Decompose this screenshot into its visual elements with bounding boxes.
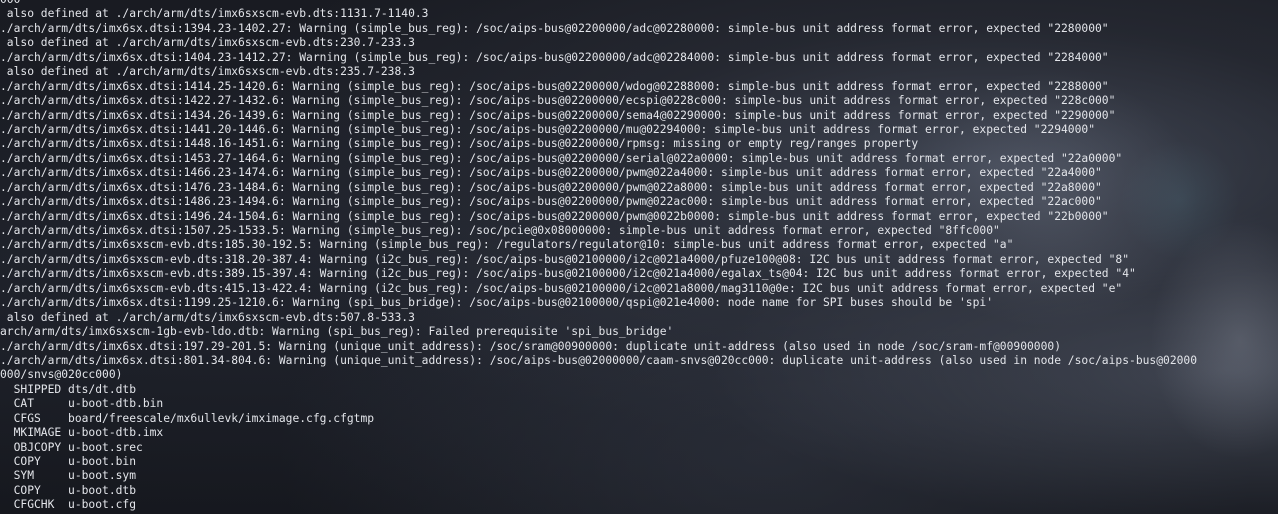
output-line: also defined at ./arch/arm/dts/imx6sxscm…: [0, 36, 415, 50]
output-line: ./arch/arm/dts/imx6sx.dtsi:1422.27-1432.…: [0, 94, 1116, 108]
output-line: 000/snvs@020cc000): [0, 368, 123, 382]
output-line: COPY u-boot.dtb: [0, 483, 137, 497]
output-line: ./arch/arm/dts/imx6sx.dtsi:1476.23-1484.…: [0, 180, 1102, 194]
output-line: also defined at ./arch/arm/dts/imx6sxscm…: [0, 310, 415, 324]
output-line: SHIPPED dts/dt.dtb: [0, 382, 137, 396]
output-line: ./arch/arm/dts/imx6sx.dtsi:1496.24-1504.…: [0, 209, 1109, 223]
output-line: arch/arm/dts/imx6sxscm-1gb-evb-ldo.dtb: …: [0, 325, 674, 339]
output-line: SYM u-boot.sym: [0, 469, 137, 483]
output-line: ./arch/arm/dts/imx6sx.dtsi:1441.20-1446.…: [0, 122, 1096, 136]
output-line: COPY u-boot.bin: [0, 455, 137, 468]
output-line: ./arch/arm/dts/imx6sx.dtsi:1404.23-1412.…: [0, 50, 1109, 64]
terminal-window[interactable]: 000 also defined at ./arch/arm/dts/imx6s…: [0, 0, 1278, 514]
output-line: MKIMAGE u-boot-dtb.imx: [0, 426, 164, 440]
output-line: also defined at ./arch/arm/dts/imx6sxscm…: [0, 7, 429, 21]
output-line: ./arch/arm/dts/imx6sx.dtsi:1466.23-1474.…: [0, 166, 1102, 180]
output-line: ./arch/arm/dts/imx6sx.dtsi:197.29-201.5:…: [0, 339, 1062, 353]
output-line: ./arch/arm/dts/imx6sx.dtsi:1414.25-1420.…: [0, 79, 1109, 93]
terminal-output[interactable]: 000 also defined at ./arch/arm/dts/imx6s…: [0, 0, 1278, 513]
output-line: ./arch/arm/dts/imx6sx.dtsi:1507.25-1533.…: [0, 224, 1000, 237]
output-line: ./arch/arm/dts/imx6sx.dtsi:1448.16-1451.…: [0, 137, 919, 151]
output-line: ./arch/arm/dts/imx6sx.dtsi:1434.26-1439.…: [0, 108, 1116, 122]
output-line: CFGCHK u-boot.cfg: [0, 498, 137, 512]
output-line: CFGS board/freescale/mx6ullevk/imximage.…: [0, 411, 375, 425]
output-line: ./arch/arm/dts/imx6sxscm-evb.dts:318.20-…: [0, 252, 1130, 266]
output-line: ./arch/arm/dts/imx6sx.dtsi:1394.23-1402.…: [0, 21, 1109, 35]
output-line: ./arch/arm/dts/imx6sx.dtsi:1453.27-1464.…: [0, 151, 1123, 165]
output-line: CAT u-boot-dtb.bin: [0, 397, 164, 411]
output-line: ./arch/arm/dts/imx6sx.dtsi:1486.23-1494.…: [0, 195, 1102, 209]
output-line: ./arch/arm/dts/imx6sxscm-evb.dts:185.30-…: [0, 238, 1014, 252]
output-line: ./arch/arm/dts/imx6sxscm-evb.dts:415.13-…: [0, 281, 1123, 295]
output-line: ./arch/arm/dts/imx6sx.dtsi:1199.25-1210.…: [0, 296, 993, 310]
output-line: ./arch/arm/dts/imx6sx.dtsi:801.34-804.6:…: [0, 353, 1198, 367]
output-line: also defined at ./arch/arm/dts/imx6sxscm…: [0, 65, 415, 79]
output-line: 000: [0, 0, 1278, 7]
output-line: OBJCOPY u-boot.srec: [0, 440, 143, 454]
output-line: ./arch/arm/dts/imx6sxscm-evb.dts:389.15-…: [0, 267, 1136, 281]
